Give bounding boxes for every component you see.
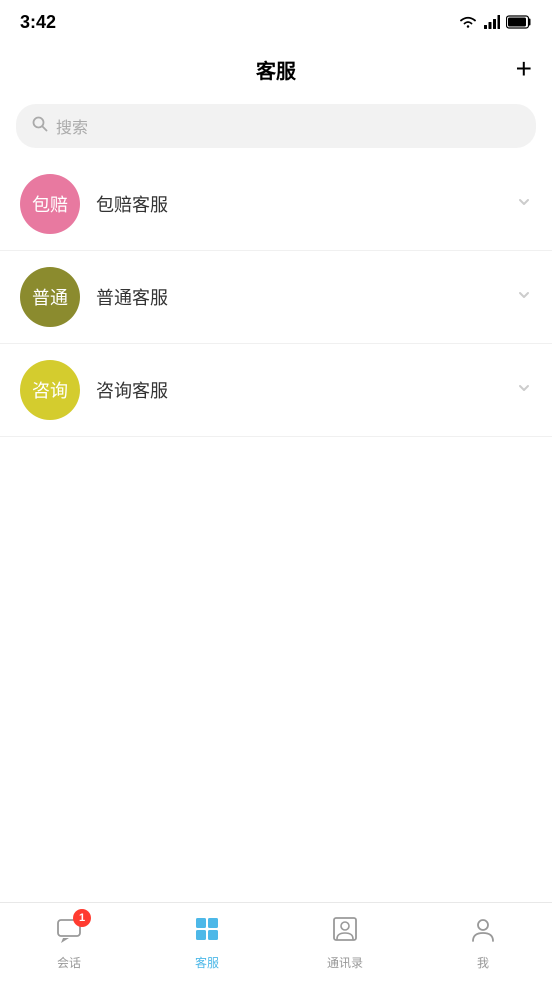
wifi-icon xyxy=(458,15,478,29)
page-title: 客服 xyxy=(256,55,296,84)
nav-item-chat[interactable]: 1 会话 xyxy=(0,903,138,982)
signal-icon xyxy=(484,15,500,29)
list-item[interactable]: 普通 普通客服 xyxy=(0,251,552,344)
nav-label-contacts: 通讯录 xyxy=(327,954,363,971)
chat-icon: 1 xyxy=(55,915,83,950)
status-bar: 3:42 xyxy=(0,0,552,44)
contacts-icon xyxy=(331,915,359,950)
battery-icon xyxy=(506,15,532,29)
list-item[interactable]: 咨询 咨询客服 xyxy=(0,344,552,437)
search-container: 搜索 xyxy=(0,94,552,158)
nav-item-me[interactable]: 我 xyxy=(414,903,552,982)
search-bar[interactable]: 搜索 xyxy=(16,104,536,148)
list-container: 包赔 包赔客服 普通 普通客服 咨询 咨询客服 xyxy=(0,158,552,902)
chat-badge: 1 xyxy=(73,909,91,927)
me-icon xyxy=(469,915,497,950)
search-icon xyxy=(32,116,48,137)
service-icon xyxy=(193,915,221,950)
search-placeholder: 搜索 xyxy=(56,114,88,138)
nav-label-chat: 会话 xyxy=(57,954,81,971)
nav-item-service[interactable]: 客服 xyxy=(138,903,276,982)
nav-item-contacts[interactable]: 通讯录 xyxy=(276,903,414,982)
nav-label-me: 我 xyxy=(477,954,489,971)
item-label-putong: 普通客服 xyxy=(96,284,516,310)
status-icons xyxy=(458,15,532,29)
nav-label-service: 客服 xyxy=(195,954,219,971)
list-item[interactable]: 包赔 包赔客服 xyxy=(0,158,552,251)
chevron-icon-3 xyxy=(516,380,532,401)
chevron-icon-2 xyxy=(516,287,532,308)
avatar-putong: 普通 xyxy=(20,267,80,327)
add-button[interactable]: + xyxy=(516,55,532,83)
status-time: 3:42 xyxy=(20,12,56,33)
avatar-baopei: 包赔 xyxy=(20,174,80,234)
item-label-zixun: 咨询客服 xyxy=(96,377,516,403)
chevron-icon-1 xyxy=(516,194,532,215)
bottom-nav: 1 会话 客服 通讯录 xyxy=(0,902,552,982)
item-label-baopei: 包赔客服 xyxy=(96,191,516,217)
header: 客服 + xyxy=(0,44,552,94)
avatar-zixun: 咨询 xyxy=(20,360,80,420)
